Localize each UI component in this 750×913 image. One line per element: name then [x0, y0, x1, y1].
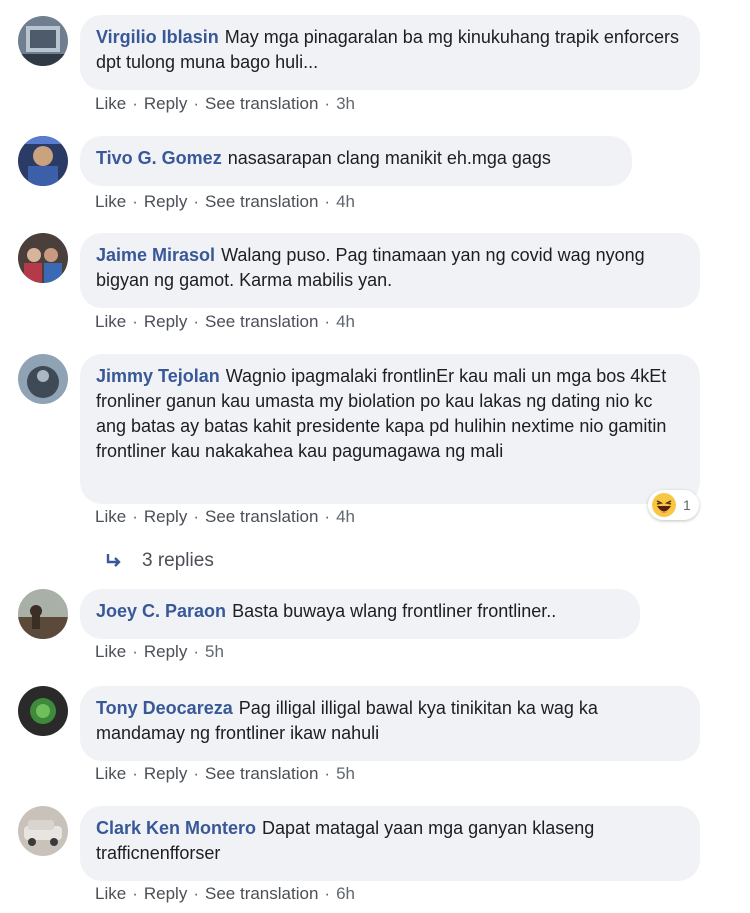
reply-link[interactable]: Reply — [144, 884, 187, 903]
comment-timestamp[interactable]: 4h — [336, 507, 355, 526]
comment-actions: Like · Reply · See translation · 4h — [95, 312, 355, 331]
comment-bubble: Jaime Mirasol Walang puso. Pag tinamaan y… — [80, 233, 700, 308]
comment-actions: Like · Reply · 5h — [95, 642, 224, 661]
comment-text: Basta buwaya wlang frontliner frontliner… — [232, 601, 557, 621]
reply-link[interactable]: Reply — [144, 94, 187, 113]
comment-actions: Like · Reply · See translation · 3h — [95, 94, 355, 113]
like-link[interactable]: Like — [95, 507, 126, 526]
reply-link[interactable]: Reply — [144, 764, 187, 783]
avatar[interactable] — [18, 589, 68, 639]
like-link[interactable]: Like — [95, 764, 126, 783]
comment-author[interactable]: Virgilio Iblasin — [96, 27, 219, 47]
like-link[interactable]: Like — [95, 642, 126, 661]
comment-author[interactable]: Tivo G. Gomez — [96, 148, 222, 168]
replies-count-label: 3 replies — [142, 550, 214, 571]
comment-actions: Like · Reply · See translation · 4h — [95, 192, 355, 211]
reply-link[interactable]: Reply — [144, 192, 187, 211]
comment-timestamp[interactable]: 4h — [336, 192, 355, 211]
avatar[interactable] — [18, 16, 68, 66]
reply-link[interactable]: Reply — [144, 507, 187, 526]
like-link[interactable]: Like — [95, 94, 126, 113]
comment-author[interactable]: Jimmy Tejolan — [96, 366, 220, 386]
reaction-count: 1 — [683, 497, 691, 513]
comment-author[interactable]: Jaime Mirasol — [96, 245, 215, 265]
avatar[interactable] — [18, 233, 68, 283]
see-translation-link[interactable]: See translation — [205, 312, 318, 331]
comment-actions: Like · Reply · See translation · 4h — [95, 507, 355, 526]
comment-bubble: Joey C. Paraon Basta buwaya wlang frontli… — [80, 589, 640, 639]
comment-text: nasasarapan clang manikit eh.mga gags — [227, 148, 551, 168]
see-translation-link[interactable]: See translation — [205, 192, 318, 211]
comment-timestamp[interactable]: 5h — [336, 764, 355, 783]
comment-actions: Like · Reply · See translation · 5h — [95, 764, 355, 783]
see-translation-link[interactable]: See translation — [205, 507, 318, 526]
comment-author[interactable]: Clark Ken Montero — [96, 818, 256, 838]
like-link[interactable]: Like — [95, 884, 126, 903]
comment-timestamp[interactable]: 4h — [336, 312, 355, 331]
view-replies-link[interactable]: 3 replies — [104, 550, 214, 572]
reply-link[interactable]: Reply — [144, 312, 187, 331]
comment-bubble: Jimmy Tejolan Wagnio ipagmalaki frontlinE… — [80, 354, 700, 504]
comment-bubble: Clark Ken Montero Dapat matagal yaan mga … — [80, 806, 700, 881]
comment-actions: Like · Reply · See translation · 6h — [95, 884, 355, 903]
avatar[interactable] — [18, 354, 68, 404]
reply-link[interactable]: Reply — [144, 642, 187, 661]
avatar[interactable] — [18, 806, 68, 856]
avatar[interactable] — [18, 136, 68, 186]
comment-bubble: Virgilio Iblasin May mga pinagaralan ba m… — [80, 15, 700, 90]
reaction-summary[interactable]: 1 — [648, 490, 699, 520]
comment-timestamp[interactable]: 6h — [336, 884, 355, 903]
haha-reaction-icon — [652, 493, 676, 517]
comment-bubble: Tony Deocareza Pag illigal illigal bawal … — [80, 686, 700, 761]
see-translation-link[interactable]: See translation — [205, 764, 318, 783]
comment-timestamp[interactable]: 3h — [336, 94, 355, 113]
comment-bubble: Tivo G. Gomez nasasarapan clang manikit e… — [80, 136, 632, 186]
like-link[interactable]: Like — [95, 312, 126, 331]
comment-author[interactable]: Joey C. Paraon — [96, 601, 226, 621]
comment-timestamp[interactable]: 5h — [205, 642, 224, 661]
avatar[interactable] — [18, 686, 68, 736]
like-link[interactable]: Like — [95, 192, 126, 211]
comment-author[interactable]: Tony Deocareza — [96, 698, 233, 718]
see-translation-link[interactable]: See translation — [205, 94, 318, 113]
see-translation-link[interactable]: See translation — [205, 884, 318, 903]
reply-arrow-icon — [106, 554, 121, 567]
